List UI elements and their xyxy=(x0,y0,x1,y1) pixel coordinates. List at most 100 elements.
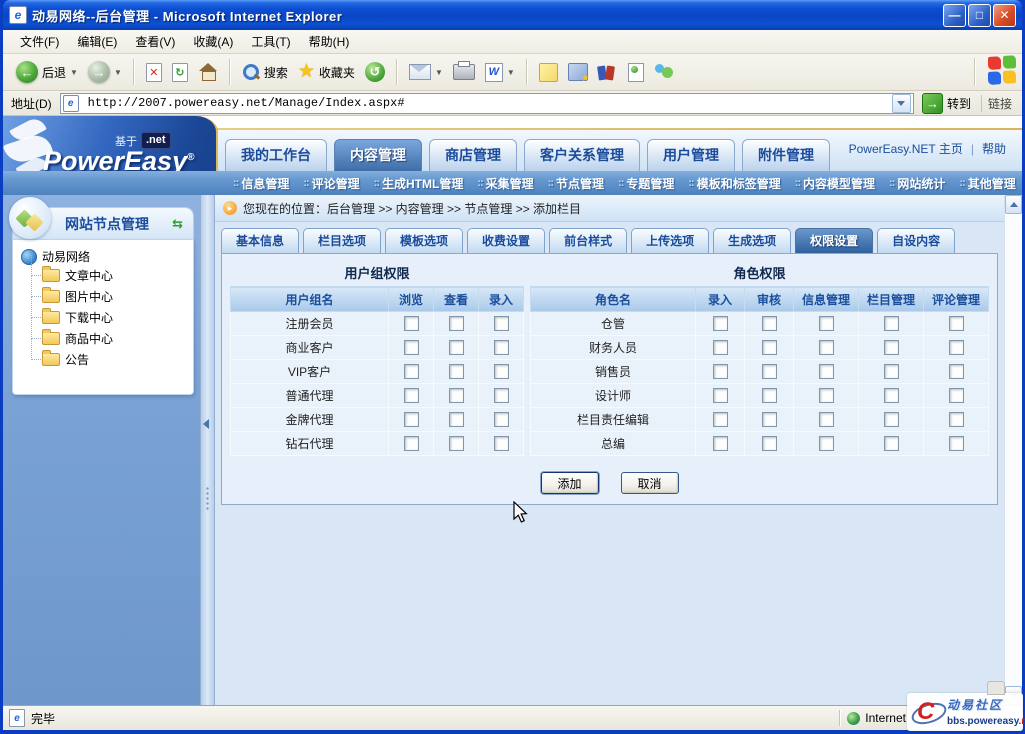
permission-checkbox[interactable] xyxy=(494,436,509,451)
forward-button[interactable]: → ▼ xyxy=(83,59,127,85)
settings-tab[interactable]: 生成选项 xyxy=(713,228,791,253)
tree-node[interactable]: 公告 xyxy=(28,349,187,370)
module-tab[interactable]: 我的工作台 xyxy=(225,139,327,171)
sidebar-splitter[interactable] xyxy=(200,195,215,705)
links-label[interactable]: 链接 xyxy=(981,95,1018,112)
permission-checkbox[interactable] xyxy=(494,316,509,331)
permission-checkbox[interactable] xyxy=(404,316,419,331)
tree-node[interactable]: 文章中心 xyxy=(28,265,187,286)
module-tab[interactable]: 内容管理 xyxy=(334,139,422,171)
forward-dropdown-icon[interactable]: ▼ xyxy=(114,68,122,77)
cancel-button[interactable]: 取消 xyxy=(621,472,679,494)
permission-checkbox[interactable] xyxy=(713,316,728,331)
permission-checkbox[interactable] xyxy=(494,412,509,427)
permission-checkbox[interactable] xyxy=(949,388,964,403)
notes-button[interactable] xyxy=(534,61,563,84)
subnav-link[interactable]: ::网站统计 xyxy=(889,175,945,192)
subnav-link[interactable]: ::评论管理 xyxy=(303,175,359,192)
permission-checkbox[interactable] xyxy=(762,364,777,379)
permission-checkbox[interactable] xyxy=(494,340,509,355)
discuss-button[interactable] xyxy=(563,61,593,83)
menu-item-3[interactable]: 收藏(A) xyxy=(184,31,242,52)
home-page-link[interactable]: PowerEasy.NET 主页 xyxy=(849,140,963,157)
permission-checkbox[interactable] xyxy=(449,388,464,403)
module-tab[interactable]: 用户管理 xyxy=(647,139,735,171)
settings-tab[interactable]: 基本信息 xyxy=(221,228,299,253)
permission-checkbox[interactable] xyxy=(949,340,964,355)
content-scrollbar[interactable] xyxy=(1004,195,1022,705)
module-tab[interactable]: 客户关系管理 xyxy=(524,139,640,171)
search-button[interactable]: 搜索 xyxy=(237,61,293,83)
title-bar[interactable]: e 动易网络--后台管理 - Microsoft Internet Explor… xyxy=(3,0,1022,30)
minimize-button[interactable]: — xyxy=(943,4,966,27)
permission-checkbox[interactable] xyxy=(494,388,509,403)
permission-checkbox[interactable] xyxy=(762,388,777,403)
mail-dropdown-icon[interactable]: ▼ xyxy=(435,68,443,77)
collapse-arrow-icon[interactable] xyxy=(203,419,209,429)
maximize-button[interactable]: □ xyxy=(968,4,991,27)
address-dropdown-button[interactable] xyxy=(892,94,911,113)
address-input[interactable]: e http://2007.powereasy.net/Manage/Index… xyxy=(60,93,914,114)
messenger-button[interactable] xyxy=(649,62,679,83)
menu-item-4[interactable]: 工具(T) xyxy=(242,31,299,52)
permission-checkbox[interactable] xyxy=(404,340,419,355)
permission-checkbox[interactable] xyxy=(819,412,834,427)
permission-checkbox[interactable] xyxy=(713,436,728,451)
permission-checkbox[interactable] xyxy=(404,388,419,403)
refresh-button[interactable]: ↻ xyxy=(167,61,193,84)
permission-checkbox[interactable] xyxy=(449,436,464,451)
permission-checkbox[interactable] xyxy=(404,364,419,379)
menu-item-0[interactable]: 文件(F) xyxy=(11,31,68,52)
permission-checkbox[interactable] xyxy=(949,412,964,427)
tree-node[interactable]: 图片中心 xyxy=(28,286,187,307)
settings-tab[interactable]: 权限设置 xyxy=(795,228,873,253)
subnav-link[interactable]: ::节点管理 xyxy=(548,175,604,192)
permission-checkbox[interactable] xyxy=(713,364,728,379)
permission-checkbox[interactable] xyxy=(884,340,899,355)
subnav-link[interactable]: ::生成HTML管理 xyxy=(374,175,464,192)
tree-root-node[interactable]: 动易网络 xyxy=(21,248,187,265)
permission-checkbox[interactable] xyxy=(762,316,777,331)
permission-checkbox[interactable] xyxy=(449,316,464,331)
permission-checkbox[interactable] xyxy=(762,436,777,451)
permission-checkbox[interactable] xyxy=(819,388,834,403)
tree-node[interactable]: 商品中心 xyxy=(28,328,187,349)
subnav-link[interactable]: ::模板和标签管理 xyxy=(688,175,780,192)
permission-checkbox[interactable] xyxy=(404,412,419,427)
back-dropdown-icon[interactable]: ▼ xyxy=(70,68,78,77)
menu-item-1[interactable]: 编辑(E) xyxy=(68,31,126,52)
subnav-link[interactable]: ::专题管理 xyxy=(618,175,674,192)
module-tab[interactable]: 附件管理 xyxy=(742,139,830,171)
permission-checkbox[interactable] xyxy=(404,436,419,451)
permission-checkbox[interactable] xyxy=(762,340,777,355)
stop-button[interactable]: ✕ xyxy=(141,61,167,84)
subnav-link[interactable]: ::信息管理 xyxy=(233,175,289,192)
clip-button[interactable] xyxy=(623,61,649,84)
permission-checkbox[interactable] xyxy=(819,316,834,331)
permission-checkbox[interactable] xyxy=(884,436,899,451)
permission-checkbox[interactable] xyxy=(819,340,834,355)
permission-checkbox[interactable] xyxy=(819,436,834,451)
refresh-tree-icon[interactable]: ⇆ xyxy=(172,216,183,232)
menu-item-5[interactable]: 帮助(H) xyxy=(300,31,359,52)
permission-checkbox[interactable] xyxy=(449,340,464,355)
permission-checkbox[interactable] xyxy=(819,364,834,379)
permission-checkbox[interactable] xyxy=(884,364,899,379)
history-button[interactable]: ↺ xyxy=(360,60,390,84)
subnav-link[interactable]: ::内容模型管理 xyxy=(795,175,875,192)
edit-dropdown-icon[interactable]: ▼ xyxy=(507,68,515,77)
permission-checkbox[interactable] xyxy=(449,412,464,427)
help-link[interactable]: 帮助 xyxy=(982,140,1006,157)
permission-checkbox[interactable] xyxy=(762,412,777,427)
permission-checkbox[interactable] xyxy=(884,316,899,331)
permission-checkbox[interactable] xyxy=(713,340,728,355)
add-button[interactable]: 添加 xyxy=(541,472,599,494)
subnav-link[interactable]: ::其他管理 xyxy=(959,175,1015,192)
settings-tab[interactable]: 自设内容 xyxy=(877,228,955,253)
print-button[interactable] xyxy=(448,62,480,82)
settings-tab[interactable]: 前台样式 xyxy=(549,228,627,253)
permission-checkbox[interactable] xyxy=(449,364,464,379)
permission-checkbox[interactable] xyxy=(949,364,964,379)
settings-tab[interactable]: 收费设置 xyxy=(467,228,545,253)
permission-checkbox[interactable] xyxy=(949,436,964,451)
